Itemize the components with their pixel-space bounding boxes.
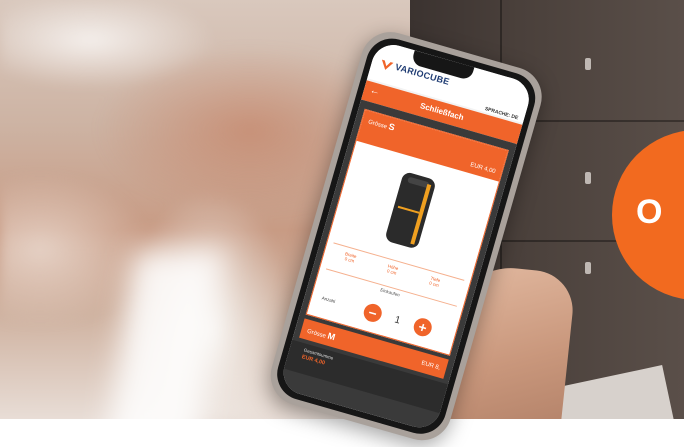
variocube-logo-icon (381, 59, 394, 70)
locker-handle (585, 58, 591, 70)
badge-text: O (636, 193, 663, 231)
quantity-label: Anzahl (321, 295, 336, 305)
dimension-width: Breite 0 cm (330, 247, 371, 268)
locker-bag-icon (386, 172, 435, 248)
locker-handle (585, 172, 591, 184)
minus-icon[interactable]: − (361, 301, 384, 325)
locker-card-small[interactable]: Grösse S EUR 4,00 Breite 0 cm Höhe 0 cm … (305, 108, 509, 356)
plus-icon[interactable]: + (411, 316, 434, 339)
quantity-value: 1 (393, 314, 402, 327)
size-label-text: Grösse (367, 119, 388, 131)
locker-price: EUR 8, (420, 360, 441, 372)
size-label-text: Grösse (306, 328, 327, 340)
size-label: Grösse M (306, 325, 337, 343)
dimension-depth: Tiefe 0 cm (414, 271, 455, 292)
size-value: S (387, 121, 397, 133)
dimension-height: Höhe 0 cm (372, 259, 413, 280)
size-label: Grösse S (367, 116, 397, 133)
locker-handle (585, 262, 591, 274)
locker-price: EUR 4,00 (469, 162, 497, 176)
size-value: M (326, 330, 337, 343)
